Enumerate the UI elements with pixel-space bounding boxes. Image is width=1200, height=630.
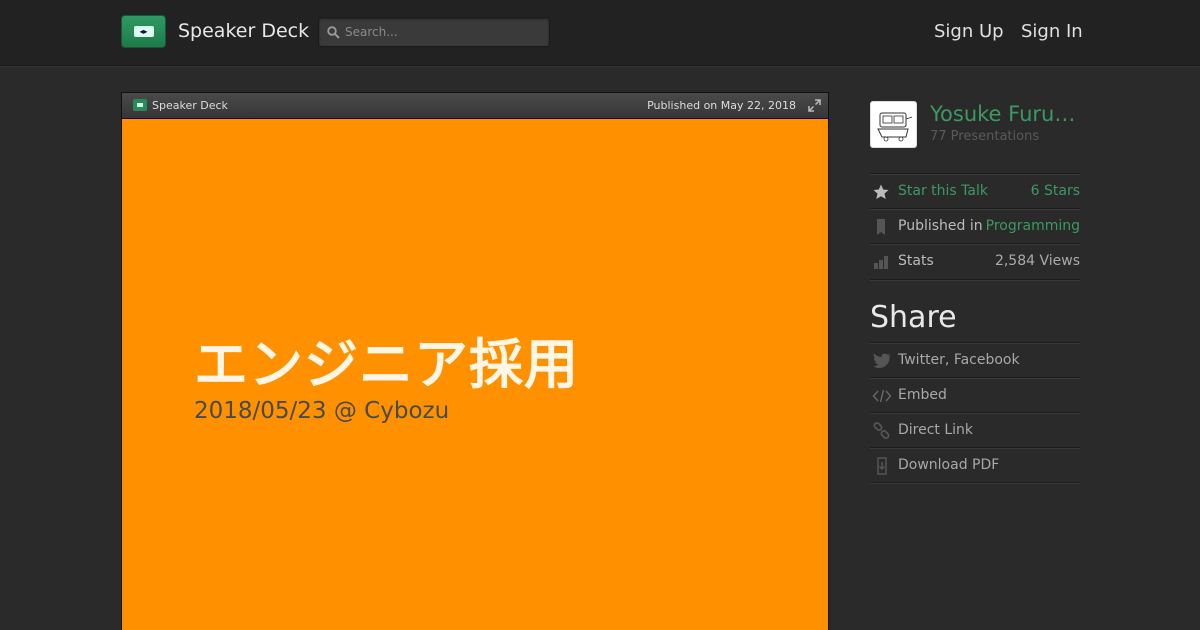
- slide-frame[interactable]: エンジニア採用 2018/05/23 @ Cybozu: [122, 120, 828, 630]
- share-embed-label[interactable]: Embed: [898, 387, 947, 403]
- share-twitter-label[interactable]: Twitter, Facebook: [898, 352, 1020, 368]
- fullscreen-icon[interactable]: [808, 99, 821, 112]
- share-embed[interactable]: Embed: [870, 377, 1080, 412]
- category-link[interactable]: Programming: [986, 218, 1080, 234]
- brand-name[interactable]: Speaker Deck: [178, 20, 309, 42]
- published-in-row: Published in Programming: [870, 208, 1080, 243]
- code-icon: [872, 389, 892, 403]
- star-talk-row[interactable]: Star this Talk 6 Stars: [870, 173, 1080, 208]
- slide-subtitle: 2018/05/23 @ Cybozu: [194, 398, 450, 424]
- viewer-toolbar: Speaker Deck Published on May 22, 2018: [122, 93, 828, 119]
- slide-title: エンジニア採用: [194, 333, 579, 396]
- view-count: 2,584 Views: [994, 253, 1080, 269]
- share-twitter-facebook[interactable]: Twitter, Facebook: [870, 342, 1080, 377]
- star-icon: [873, 184, 889, 199]
- bookmark-icon: [877, 219, 885, 235]
- avatar-sketch-icon: [876, 112, 912, 141]
- twitter-icon: [873, 353, 891, 368]
- slide-viewer: Speaker Deck Published on May 22, 2018 エ…: [121, 92, 829, 630]
- download-icon: [877, 457, 887, 475]
- link-icon: [873, 422, 890, 439]
- speaker-deck-mini-icon: [133, 99, 147, 111]
- sign-up-link[interactable]: Sign Up: [934, 21, 1004, 42]
- sign-in-link[interactable]: Sign In: [1021, 21, 1083, 42]
- stats-row: Stats 2,584 Views: [870, 243, 1080, 278]
- share-heading: Share: [870, 300, 957, 335]
- star-count[interactable]: 6 Stars: [1031, 183, 1080, 199]
- published-date: Published on May 22, 2018: [647, 99, 796, 112]
- logo-arrows-icon: ◂▸: [133, 26, 154, 37]
- viewer-brand[interactable]: Speaker Deck: [152, 99, 228, 112]
- speaker-deck-logo-icon[interactable]: ◂▸: [121, 15, 166, 48]
- author-avatar[interactable]: [870, 101, 917, 148]
- top-header: ◂▸ Speaker Deck Sign Up Sign In: [0, 0, 1200, 66]
- star-talk-label[interactable]: Star this Talk: [898, 183, 988, 199]
- published-in-label: Published in: [898, 218, 983, 234]
- stats-label: Stats: [898, 253, 934, 269]
- search-input[interactable]: [345, 25, 535, 39]
- share-download-label[interactable]: Download PDF: [898, 457, 999, 473]
- share-download-pdf[interactable]: Download PDF: [870, 447, 1080, 482]
- stats-bars-icon: [874, 256, 888, 269]
- author-name[interactable]: Yosuke Furuk...: [930, 102, 1085, 126]
- divider: [870, 482, 1080, 484]
- divider: [870, 279, 1080, 281]
- search-icon: [327, 25, 340, 39]
- search-box[interactable]: [318, 17, 550, 47]
- share-direct-link-label[interactable]: Direct Link: [898, 422, 973, 438]
- share-direct-link[interactable]: Direct Link: [870, 412, 1080, 447]
- presentation-count: 77 Presentations: [930, 129, 1040, 144]
